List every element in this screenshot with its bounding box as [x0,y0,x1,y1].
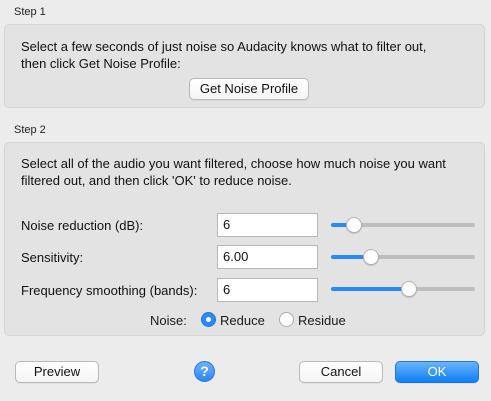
noise-label: Noise: [150,313,187,328]
slider-thumb[interactable] [401,281,417,297]
noise-option-row: Noise: Reduce Residue [0,311,491,329]
step2-group: Select all of the audio you want filtere… [4,142,485,336]
frequency-smoothing-field[interactable]: 6 [217,278,318,302]
frequency-smoothing-slider[interactable] [331,281,475,297]
sensitivity-field[interactable]: 6.00 [217,245,318,269]
ok-button[interactable]: OK [395,361,479,383]
frequency-smoothing-label: Frequency smoothing (bands): [21,283,198,298]
residue-radio-label[interactable]: Residue [298,313,346,328]
sensitivity-label: Sensitivity: [21,250,84,265]
noise-reduction-label: Noise reduction (dB): [21,218,144,233]
reduce-radio[interactable] [201,312,216,327]
sensitivity-slider[interactable] [331,249,475,265]
step1-group: Select a few seconds of just noise so Au… [4,24,485,108]
noise-reduction-slider[interactable] [331,217,475,233]
slider-thumb[interactable] [346,217,362,233]
reduce-radio-label[interactable]: Reduce [220,313,265,328]
slider-fill [331,287,409,291]
preview-button[interactable]: Preview [15,361,99,383]
step2-description: Select all of the audio you want filtere… [21,156,446,188]
help-icon[interactable]: ? [194,361,215,382]
slider-thumb[interactable] [363,249,379,265]
cancel-button[interactable]: Cancel [299,361,383,383]
step1-title: Step 1 [14,6,46,18]
get-noise-profile-button[interactable]: Get Noise Profile [189,78,309,100]
step1-description: Select a few seconds of just noise so Au… [21,39,427,71]
noise-reduction-field[interactable]: 6 [217,213,318,237]
residue-radio[interactable] [279,312,294,327]
step2-title: Step 2 [14,124,46,136]
